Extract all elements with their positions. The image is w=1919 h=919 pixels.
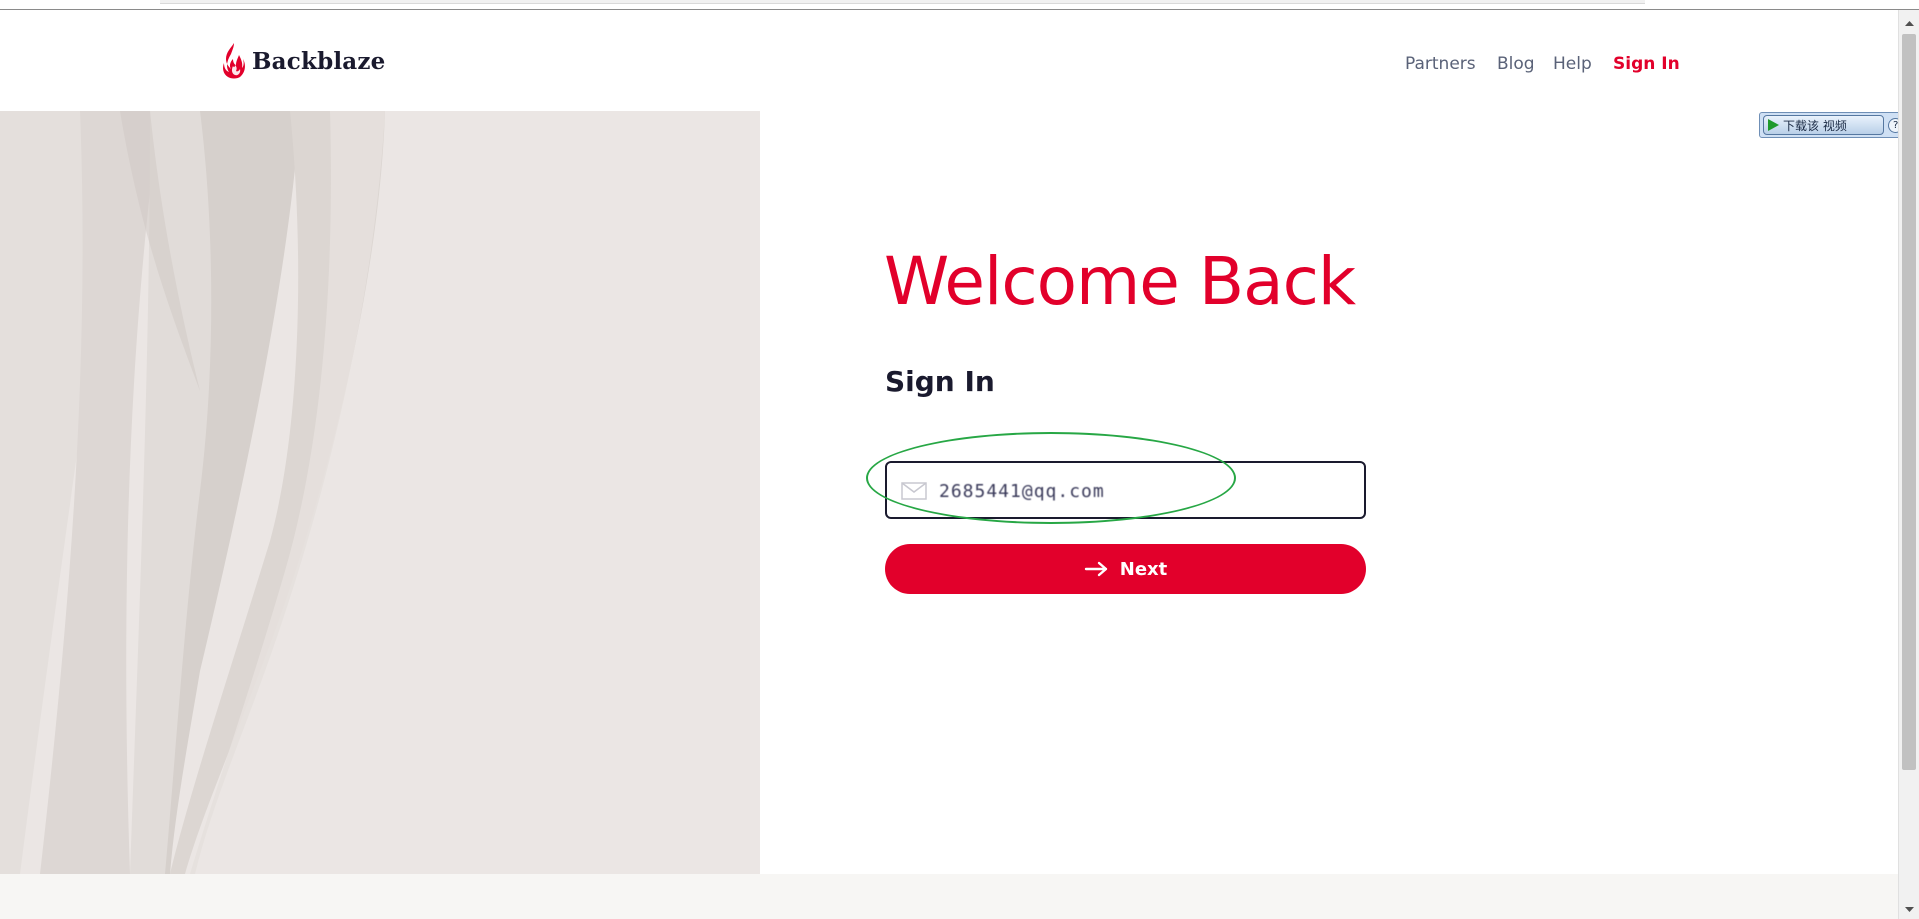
- email-field[interactable]: [885, 461, 1366, 519]
- page-title: Welcome Back: [884, 243, 1356, 320]
- email-input[interactable]: [939, 477, 1349, 505]
- scroll-up-arrow-icon[interactable]: [1899, 16, 1919, 32]
- scrollbar-thumb[interactable]: [1902, 34, 1916, 770]
- nav-link-partners[interactable]: Partners: [1405, 54, 1476, 74]
- envelope-icon: [901, 482, 927, 500]
- curtain-illustration: [0, 111, 760, 874]
- vertical-scrollbar[interactable]: [1898, 10, 1919, 919]
- browser-top-edge: [0, 0, 1919, 10]
- nav-link-help[interactable]: Help: [1553, 54, 1592, 74]
- video-download-button[interactable]: 下载该 视频: [1763, 115, 1885, 135]
- next-button-label: Next: [1119, 558, 1168, 580]
- nav-link-sign-in[interactable]: Sign In: [1613, 54, 1680, 74]
- video-download-widget: 下载该 视频 ? X: [1759, 112, 1919, 138]
- footer-strip: [0, 874, 1898, 919]
- brand-name: Backblaze: [252, 47, 386, 75]
- sign-in-subtitle: Sign In: [885, 365, 995, 398]
- nav-link-blog[interactable]: Blog: [1497, 54, 1535, 74]
- scroll-down-arrow-icon[interactable]: [1899, 901, 1919, 917]
- browser-address-strip: [160, 0, 1645, 4]
- video-download-label: 下载该 视频: [1783, 118, 1847, 133]
- arrow-right-icon: [1084, 561, 1107, 577]
- backblaze-logo-link[interactable]: Backblaze: [222, 42, 386, 80]
- flame-icon: [223, 43, 245, 79]
- next-button[interactable]: Next: [885, 544, 1366, 594]
- hero-decorative-panel: [0, 111, 760, 874]
- site-header: Backblaze Partners Blog Help Sign In: [0, 10, 1898, 111]
- play-icon: [1768, 119, 1779, 131]
